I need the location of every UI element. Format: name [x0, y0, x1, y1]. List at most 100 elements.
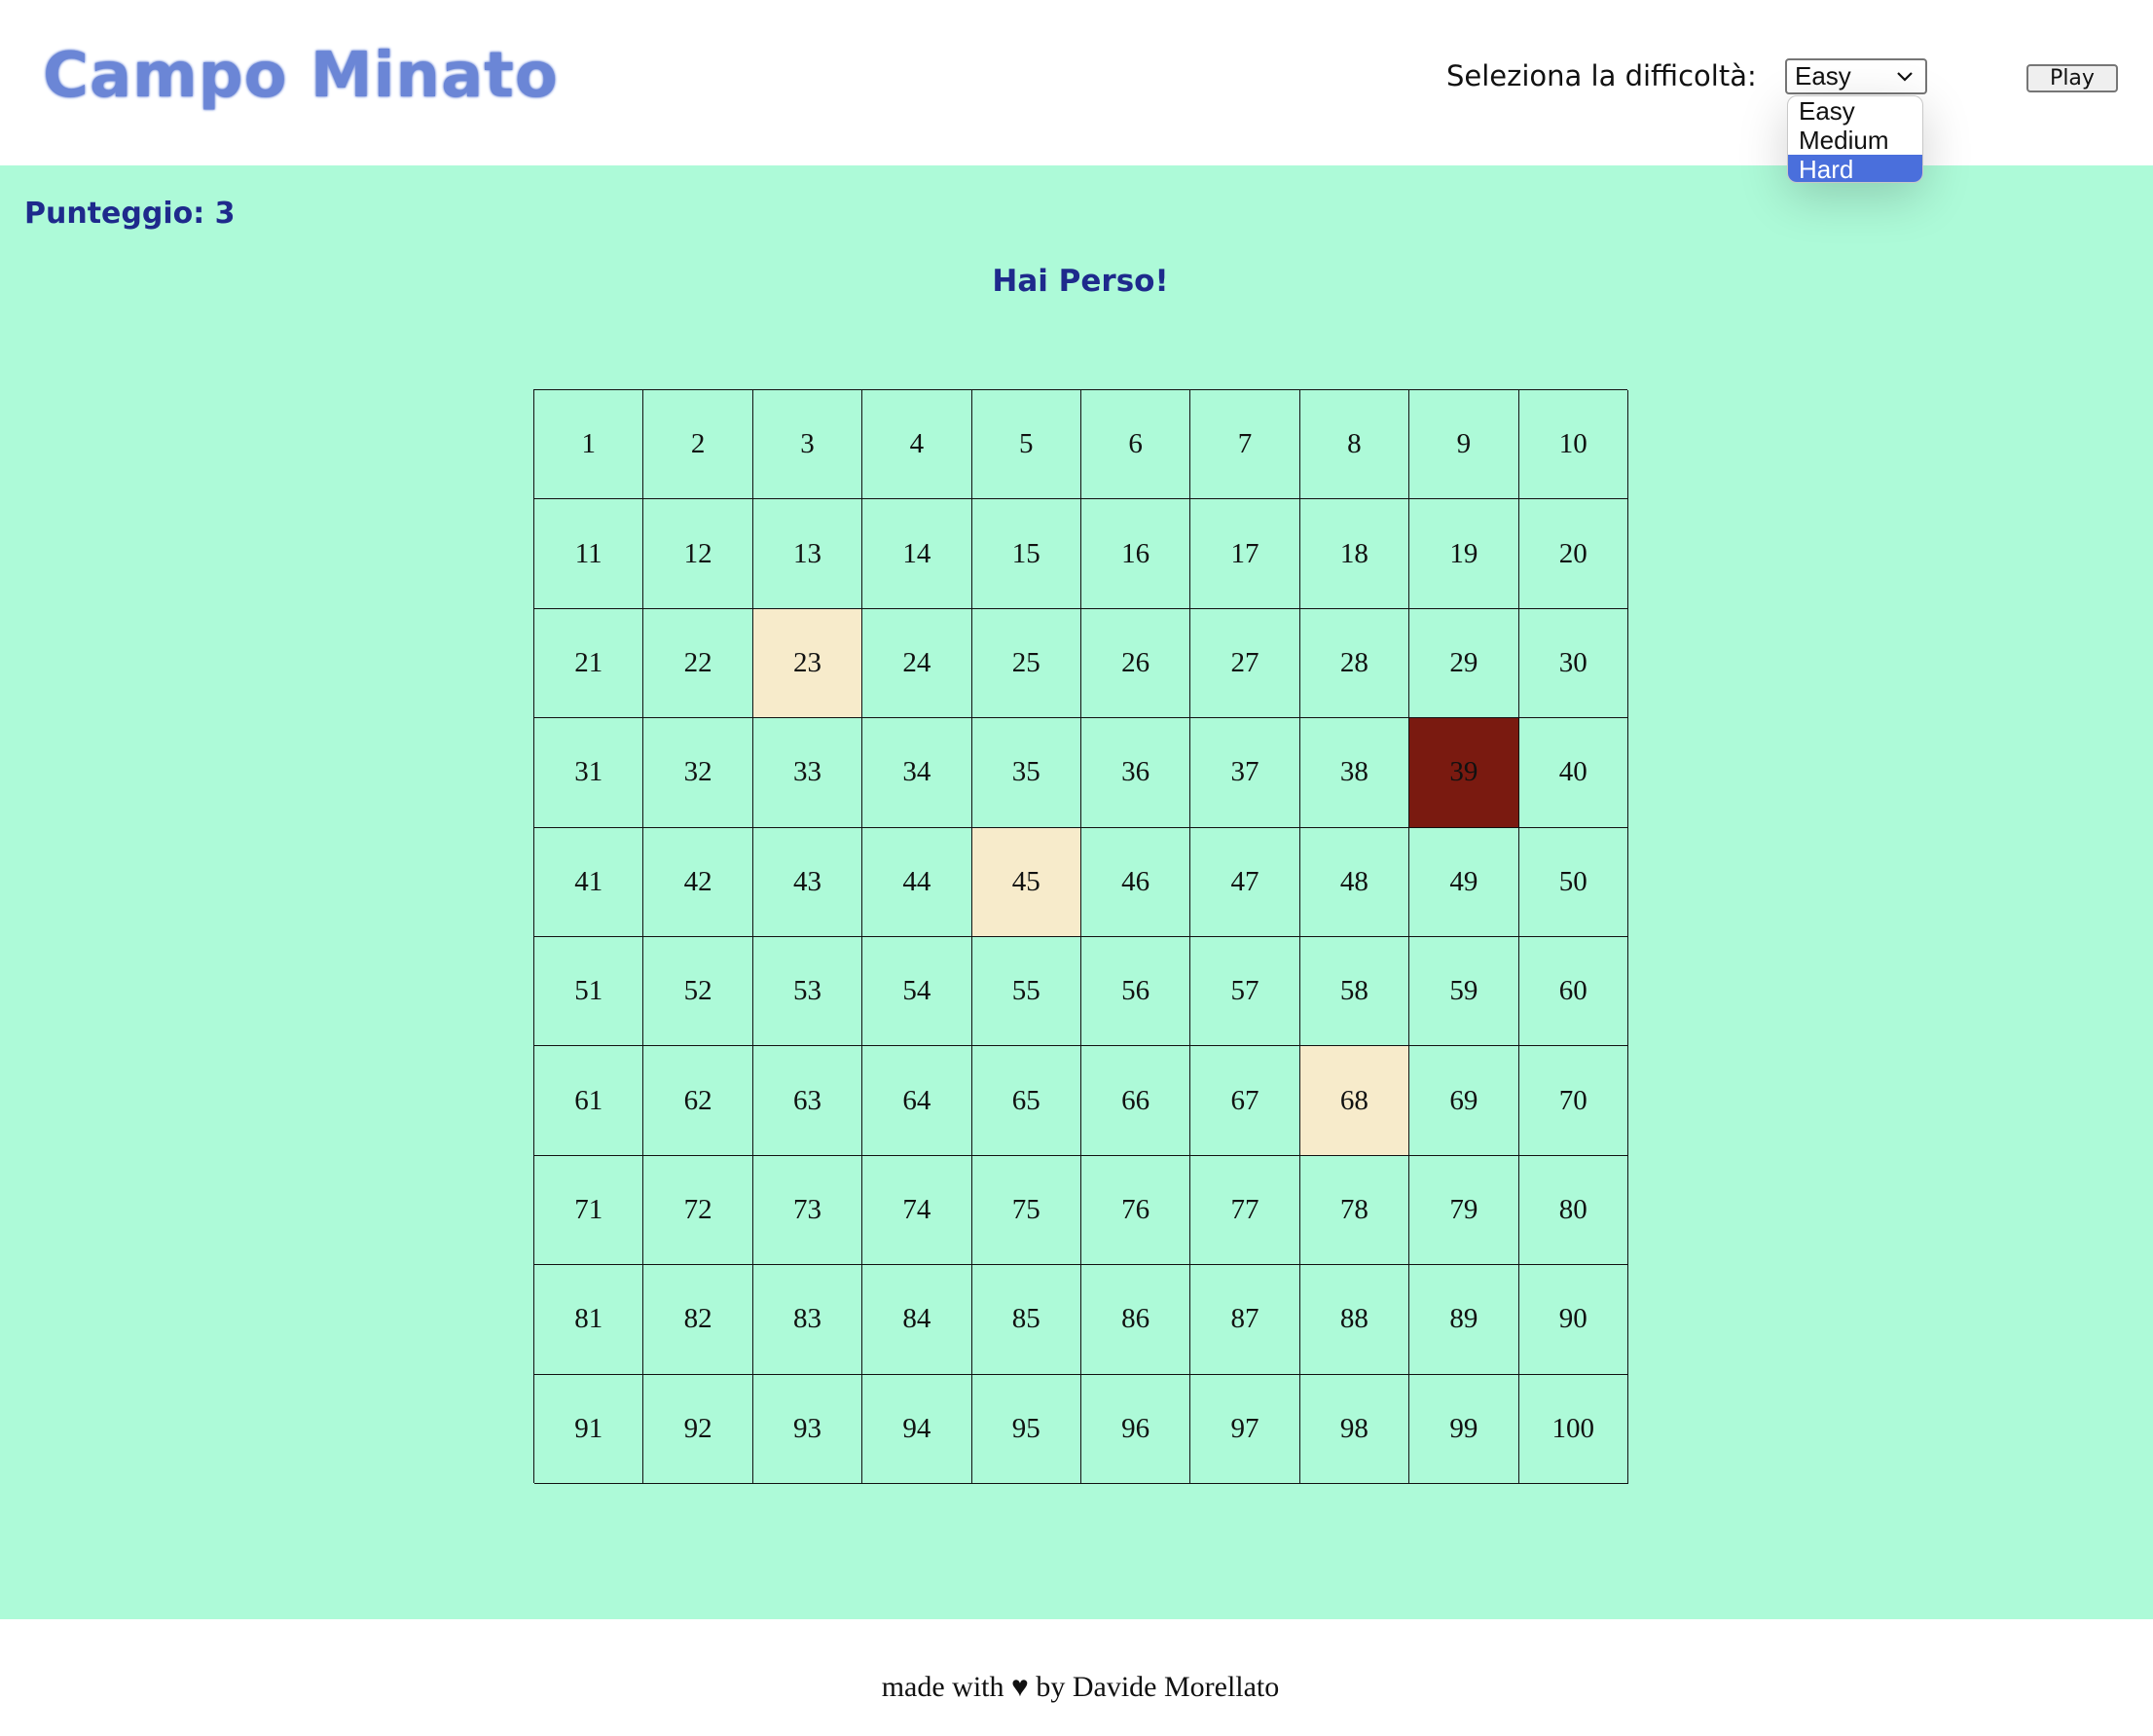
grid-cell[interactable]: 97 — [1190, 1374, 1300, 1484]
grid-cell[interactable]: 50 — [1518, 827, 1628, 937]
grid-cell[interactable]: 52 — [643, 936, 753, 1047]
grid-cell[interactable]: 8 — [1299, 390, 1410, 500]
grid-cell[interactable]: 43 — [752, 827, 863, 937]
grid-cell[interactable]: 3 — [752, 390, 863, 500]
grid-cell[interactable]: 5 — [971, 390, 1081, 500]
grid-cell[interactable]: 89 — [1409, 1265, 1519, 1375]
grid-cell[interactable]: 10 — [1518, 390, 1628, 500]
grid-cell[interactable]: 85 — [971, 1265, 1081, 1375]
grid-cell[interactable]: 84 — [862, 1265, 972, 1375]
dropdown-option-medium[interactable]: Medium — [1788, 126, 1922, 155]
difficulty-select[interactable]: Easy — [1785, 58, 1927, 94]
grid-cell[interactable]: 49 — [1409, 827, 1519, 937]
grid-cell[interactable]: 35 — [971, 718, 1081, 828]
grid-cell[interactable]: 57 — [1190, 936, 1300, 1047]
grid-cell[interactable]: 19 — [1409, 499, 1519, 609]
grid-cell[interactable]: 63 — [752, 1046, 863, 1156]
grid-cell[interactable]: 47 — [1190, 827, 1300, 937]
grid-cell[interactable]: 46 — [1080, 827, 1191, 937]
grid-cell[interactable]: 91 — [534, 1374, 644, 1484]
grid-cell[interactable]: 98 — [1299, 1374, 1410, 1484]
grid-cell[interactable]: 30 — [1518, 608, 1628, 719]
grid-cell[interactable]: 34 — [862, 718, 972, 828]
grid-cell[interactable]: 95 — [971, 1374, 1081, 1484]
grid-cell[interactable]: 40 — [1518, 718, 1628, 828]
grid-cell[interactable]: 86 — [1080, 1265, 1191, 1375]
grid-cell[interactable]: 88 — [1299, 1265, 1410, 1375]
grid-cell[interactable]: 7 — [1190, 390, 1300, 500]
grid-cell[interactable]: 100 — [1518, 1374, 1628, 1484]
grid-cell[interactable]: 80 — [1518, 1155, 1628, 1266]
grid-cell[interactable]: 51 — [534, 936, 644, 1047]
grid-cell[interactable]: 48 — [1299, 827, 1410, 937]
grid-cell[interactable]: 65 — [971, 1046, 1081, 1156]
grid-cell[interactable]: 12 — [643, 499, 753, 609]
grid-cell[interactable]: 16 — [1080, 499, 1191, 609]
grid-cell[interactable]: 6 — [1080, 390, 1191, 500]
grid-cell[interactable]: 82 — [643, 1265, 753, 1375]
grid-cell[interactable]: 92 — [643, 1374, 753, 1484]
grid-cell[interactable]: 24 — [862, 608, 972, 719]
grid-cell[interactable]: 23 — [752, 608, 863, 719]
grid-cell[interactable]: 18 — [1299, 499, 1410, 609]
grid-cell[interactable]: 13 — [752, 499, 863, 609]
grid-cell[interactable]: 69 — [1409, 1046, 1519, 1156]
grid-cell[interactable]: 39 — [1409, 718, 1519, 828]
grid-cell[interactable]: 17 — [1190, 499, 1300, 609]
grid-cell[interactable]: 87 — [1190, 1265, 1300, 1375]
grid-cell[interactable]: 59 — [1409, 936, 1519, 1047]
grid-cell[interactable]: 78 — [1299, 1155, 1410, 1266]
grid-cell[interactable]: 72 — [643, 1155, 753, 1266]
grid-cell[interactable]: 27 — [1190, 608, 1300, 719]
grid-cell[interactable]: 90 — [1518, 1265, 1628, 1375]
grid-cell[interactable]: 75 — [971, 1155, 1081, 1266]
grid-cell[interactable]: 99 — [1409, 1374, 1519, 1484]
grid-cell[interactable]: 21 — [534, 608, 644, 719]
grid-cell[interactable]: 38 — [1299, 718, 1410, 828]
play-button[interactable]: Play — [2026, 64, 2118, 92]
grid-cell[interactable]: 45 — [971, 827, 1081, 937]
dropdown-option-hard[interactable]: Hard — [1788, 155, 1922, 182]
grid-cell[interactable]: 4 — [862, 390, 972, 500]
grid-cell[interactable]: 32 — [643, 718, 753, 828]
grid-cell[interactable]: 56 — [1080, 936, 1191, 1047]
grid-cell[interactable]: 44 — [862, 827, 972, 937]
grid-cell[interactable]: 71 — [534, 1155, 644, 1266]
grid-cell[interactable]: 36 — [1080, 718, 1191, 828]
grid-cell[interactable]: 41 — [534, 827, 644, 937]
grid-cell[interactable]: 68 — [1299, 1046, 1410, 1156]
grid-cell[interactable]: 66 — [1080, 1046, 1191, 1156]
grid-cell[interactable]: 73 — [752, 1155, 863, 1266]
grid-cell[interactable]: 15 — [971, 499, 1081, 609]
grid-cell[interactable]: 26 — [1080, 608, 1191, 719]
grid-cell[interactable]: 93 — [752, 1374, 863, 1484]
grid-cell[interactable]: 54 — [862, 936, 972, 1047]
grid-cell[interactable]: 70 — [1518, 1046, 1628, 1156]
grid-cell[interactable]: 42 — [643, 827, 753, 937]
grid-cell[interactable]: 33 — [752, 718, 863, 828]
grid-cell[interactable]: 94 — [862, 1374, 972, 1484]
grid-cell[interactable]: 55 — [971, 936, 1081, 1047]
grid-cell[interactable]: 81 — [534, 1265, 644, 1375]
grid-cell[interactable]: 2 — [643, 390, 753, 500]
grid-cell[interactable]: 74 — [862, 1155, 972, 1266]
dropdown-option-easy[interactable]: Easy — [1788, 96, 1922, 126]
grid-cell[interactable]: 77 — [1190, 1155, 1300, 1266]
grid-cell[interactable]: 11 — [534, 499, 644, 609]
grid-cell[interactable]: 29 — [1409, 608, 1519, 719]
grid-cell[interactable]: 9 — [1409, 390, 1519, 500]
grid-cell[interactable]: 22 — [643, 608, 753, 719]
grid-cell[interactable]: 62 — [643, 1046, 753, 1156]
grid-cell[interactable]: 79 — [1409, 1155, 1519, 1266]
grid-cell[interactable]: 31 — [534, 718, 644, 828]
grid-cell[interactable]: 14 — [862, 499, 972, 609]
grid-cell[interactable]: 25 — [971, 608, 1081, 719]
grid-cell[interactable]: 67 — [1190, 1046, 1300, 1156]
grid-cell[interactable]: 60 — [1518, 936, 1628, 1047]
grid-cell[interactable]: 53 — [752, 936, 863, 1047]
grid-cell[interactable]: 1 — [534, 390, 644, 500]
grid-cell[interactable]: 96 — [1080, 1374, 1191, 1484]
grid-cell[interactable]: 61 — [534, 1046, 644, 1156]
grid-cell[interactable]: 58 — [1299, 936, 1410, 1047]
grid-cell[interactable]: 83 — [752, 1265, 863, 1375]
